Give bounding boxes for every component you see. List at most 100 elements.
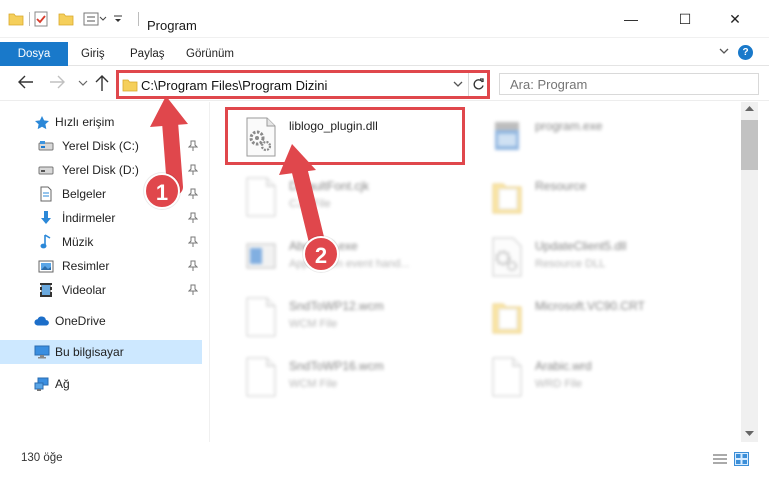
sidebar-item-label: Müzik xyxy=(62,235,94,249)
file-item[interactable]: UpdateClient5.dll Resource DLL xyxy=(471,228,711,284)
pin-icon[interactable] xyxy=(187,188,199,203)
window-title: Program xyxy=(147,18,197,33)
pin-icon[interactable] xyxy=(187,284,199,299)
file-item[interactable]: program.exe xyxy=(471,108,711,164)
star-icon xyxy=(34,115,50,129)
status-bar: 130 öğe xyxy=(0,445,769,481)
file-type: WCM File xyxy=(289,318,338,330)
up-button[interactable] xyxy=(92,75,112,95)
title-bar: Program — ☐ ✕ xyxy=(0,0,769,38)
search-input[interactable] xyxy=(510,77,730,92)
sidebar-item-downloads[interactable]: İndirmeler xyxy=(0,206,202,230)
properties-icon[interactable] xyxy=(32,10,50,28)
pin-icon[interactable] xyxy=(187,260,199,275)
sidebar-item-label: Belgeler xyxy=(62,187,107,201)
file-type: WCM File xyxy=(289,378,338,390)
pin-icon[interactable] xyxy=(187,212,199,227)
tab-home[interactable]: Giriş xyxy=(71,43,115,65)
file-type: WRD File xyxy=(535,378,583,390)
network-icon xyxy=(34,377,50,391)
sidebar-item-quick-access[interactable]: Hızlı erişim xyxy=(0,110,202,134)
chevron-down-icon[interactable] xyxy=(112,10,124,28)
tab-view[interactable]: Görünüm xyxy=(176,43,244,65)
tab-file[interactable]: Dosya xyxy=(0,42,68,66)
details-view-icon[interactable] xyxy=(713,453,727,465)
minimize-button[interactable]: — xyxy=(608,8,654,30)
address-bar[interactable]: C:\Program Files\Program Dizini xyxy=(116,70,490,99)
new-folder-icon[interactable] xyxy=(57,10,75,28)
music-icon xyxy=(38,234,54,249)
pin-icon[interactable] xyxy=(187,140,199,155)
sidebar-item-this-pc[interactable]: Bu bilgisayar xyxy=(0,340,202,364)
help-button[interactable]: ? xyxy=(738,45,753,60)
large-icons-view-icon[interactable] xyxy=(734,452,749,466)
file-type: CJK File xyxy=(289,198,331,210)
blank-file-icon xyxy=(243,356,279,398)
tab-share[interactable]: Paylaş xyxy=(120,43,175,65)
sidebar-item-label: Videolar xyxy=(62,283,106,297)
file-type: Resource DLL xyxy=(535,258,606,270)
file-item[interactable]: Microsoft.VC90.CRT xyxy=(471,288,711,344)
computer-icon xyxy=(34,345,50,359)
sidebar-item-onedrive[interactable]: OneDrive xyxy=(0,309,202,333)
step-badge-1: 1 xyxy=(144,173,180,209)
exe-icon xyxy=(489,116,525,158)
pictures-icon xyxy=(38,259,54,273)
refresh-button[interactable] xyxy=(468,73,488,96)
sidebar-item-disk-c[interactable]: Yerel Disk (C:) xyxy=(0,134,202,158)
expand-ribbon-icon[interactable] xyxy=(717,45,731,59)
sidebar-item-label: OneDrive xyxy=(55,314,106,328)
file-name: SndToWP12.wcm xyxy=(289,299,384,313)
highlight-box xyxy=(225,107,465,165)
file-item[interactable]: SndToWP12.wcm WCM File xyxy=(225,288,465,344)
navigation-pane: Hızlı erişim Yerel Disk (C:) Yerel Disk … xyxy=(0,102,210,442)
sidebar-item-label: Ağ xyxy=(55,377,70,391)
pin-icon[interactable] xyxy=(187,164,199,179)
blank-file-icon xyxy=(243,176,279,218)
sidebar-item-videos[interactable]: Videolar xyxy=(0,278,202,302)
dll-gear-icon xyxy=(489,236,525,278)
file-item[interactable]: AboutS0.exe Application event hand... xyxy=(225,228,465,284)
back-button[interactable] xyxy=(16,75,36,95)
close-button[interactable]: ✕ xyxy=(712,8,758,30)
sidebar-item-pictures[interactable]: Resimler xyxy=(0,254,202,278)
sidebar-item-network[interactable]: Ağ xyxy=(0,372,202,396)
file-item[interactable]: Resource xyxy=(471,168,711,224)
file-name: Microsoft.VC90.CRT xyxy=(535,299,645,313)
scroll-up-icon[interactable] xyxy=(741,104,758,116)
cloud-icon xyxy=(34,314,50,328)
forward-button[interactable] xyxy=(47,75,67,95)
title-divider xyxy=(138,12,139,26)
file-item[interactable]: DefaultFont.cjk CJK File xyxy=(225,168,465,224)
pin-icon[interactable] xyxy=(187,236,199,251)
chevron-down-icon[interactable] xyxy=(452,77,464,94)
folder-icon xyxy=(122,78,138,95)
file-name: SndToWP16.wcm xyxy=(289,359,384,373)
sidebar-item-label: İndirmeler xyxy=(62,211,116,225)
ribbon-tabs: Dosya Giriş Paylaş Görünüm xyxy=(0,38,769,66)
customize-view-icon[interactable] xyxy=(82,10,108,28)
documents-icon xyxy=(38,186,54,202)
item-count: 130 öğe xyxy=(21,452,63,464)
blank-file-icon xyxy=(489,356,525,398)
scrollbar-thumb[interactable] xyxy=(741,120,758,170)
sidebar-item-music[interactable]: Müzik xyxy=(0,230,202,254)
exe-window-icon xyxy=(243,236,279,278)
address-path[interactable]: C:\Program Files\Program Dizini xyxy=(141,78,327,93)
blank-file-icon xyxy=(243,296,279,338)
drive-icon xyxy=(38,139,54,153)
file-name: Resource xyxy=(535,179,587,193)
maximize-button[interactable]: ☐ xyxy=(662,8,708,30)
sidebar-item-label: Bu bilgisayar xyxy=(55,345,124,359)
folder-icon[interactable] xyxy=(8,10,24,28)
file-item[interactable]: Arabic.wrd WRD File xyxy=(471,348,711,404)
vertical-scrollbar[interactable] xyxy=(741,102,758,442)
search-box[interactable] xyxy=(499,73,759,95)
file-item[interactable]: SndToWP16.wcm WCM File xyxy=(225,348,465,404)
recent-locations-icon[interactable] xyxy=(77,75,89,95)
scroll-down-icon[interactable] xyxy=(741,430,758,442)
sidebar-item-label: Yerel Disk (D:) xyxy=(62,163,139,177)
step-badge-2: 2 xyxy=(303,236,339,272)
download-icon xyxy=(38,211,54,225)
folder-icon xyxy=(489,296,525,338)
